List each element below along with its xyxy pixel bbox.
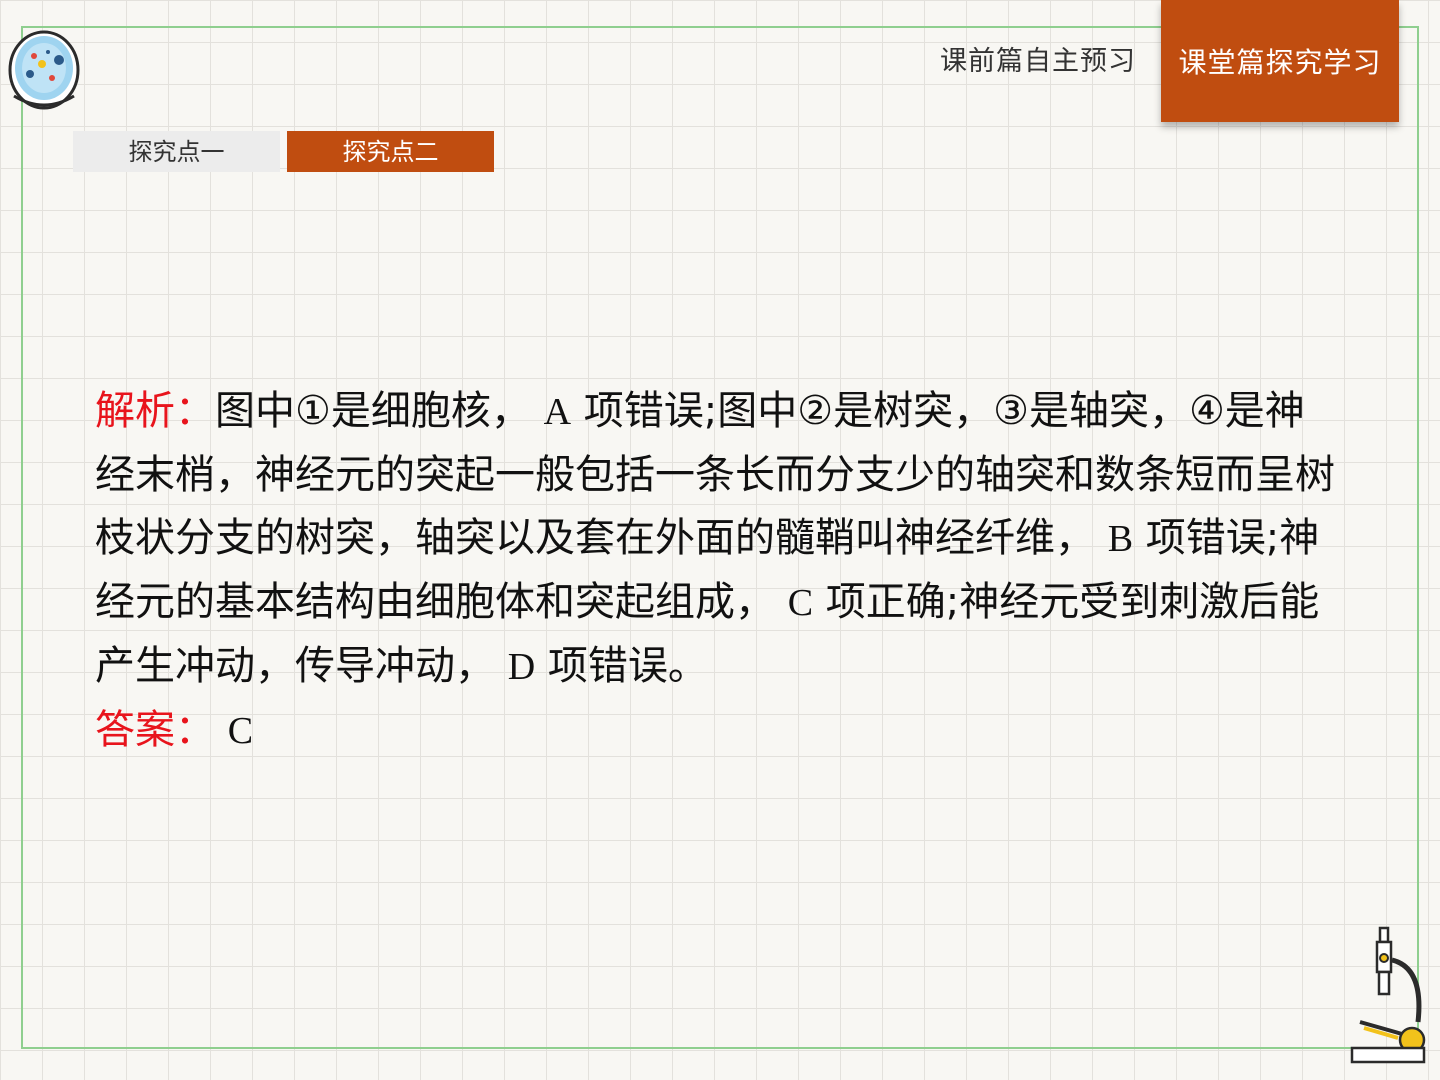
answer-paragraph: 答案： C [95,699,1335,763]
option-b: B [1107,518,1134,560]
petri-dish-icon [8,30,80,110]
tab-inquiry-point-2[interactable]: 探究点二 [287,131,494,172]
nav-in-class-tab[interactable]: 课堂篇探究学习 [1161,0,1399,122]
analysis-label: 解析： [95,388,215,434]
option-a: A [543,391,572,433]
option-c: C [787,582,814,624]
analysis-content: 解析：图中①是细胞核， A 项错误;图中②是树突，③是轴突，④是神经末梢，神经元… [95,380,1335,763]
tab-inquiry-point-1[interactable]: 探究点一 [73,131,280,172]
nav-pre-class-tab[interactable]: 课前篇自主预习 [920,36,1156,88]
answer-label: 答案： [95,707,215,753]
microscope-icon [1350,926,1426,1064]
analysis-text-1: 图中①是细胞核， [215,388,531,434]
analysis-paragraph: 解析：图中①是细胞核， A 项错误;图中②是树突，③是轴突，④是神经末梢，神经元… [95,380,1335,699]
option-d: D [507,646,536,688]
analysis-text-5: 项错误。 [547,643,708,689]
answer-value: C [227,710,254,752]
